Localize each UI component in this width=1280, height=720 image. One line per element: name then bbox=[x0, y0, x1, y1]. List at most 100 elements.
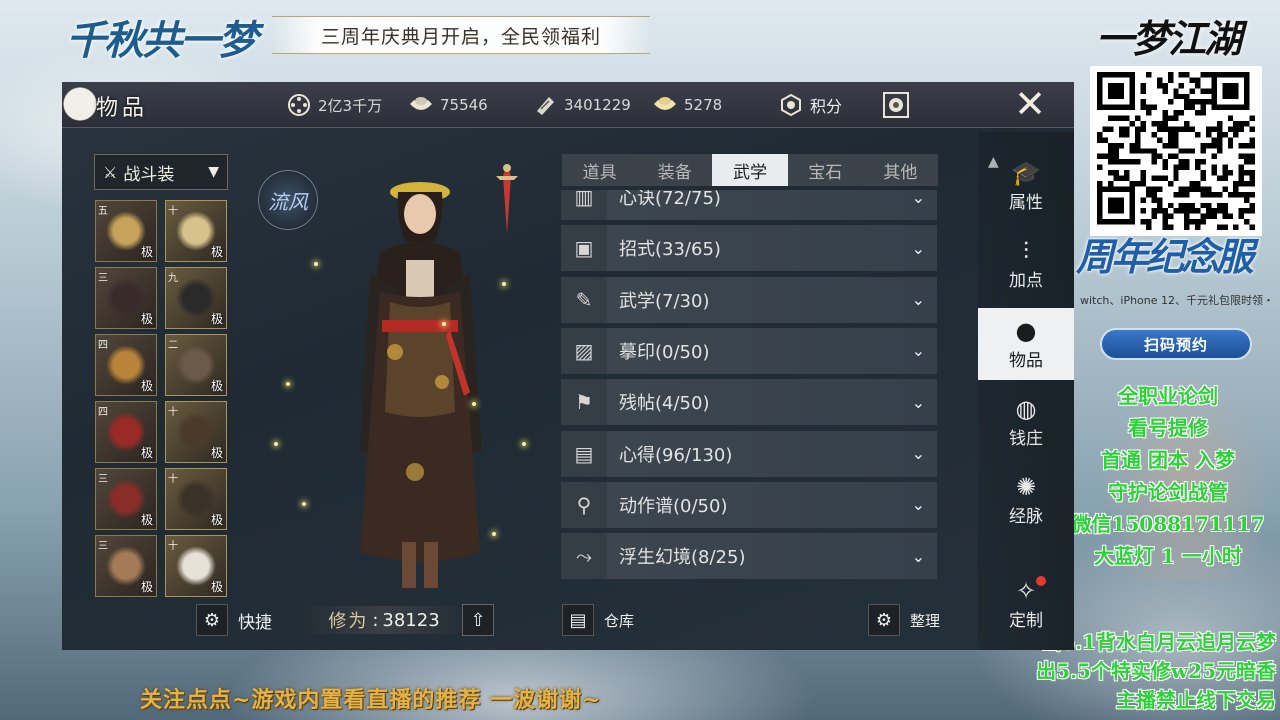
currency-points[interactable]: 积分 bbox=[778, 90, 842, 120]
warehouse-label: 仓库 bbox=[604, 611, 635, 630]
close-button[interactable]: ✕ bbox=[1004, 82, 1056, 126]
hat-icon: 🎓 bbox=[1011, 158, 1041, 187]
meridian-icon: ✺ bbox=[1015, 472, 1037, 501]
school-badge: 流风 bbox=[258, 170, 318, 230]
money-bag-icon: ◍ bbox=[1015, 394, 1037, 423]
nav-items[interactable]: ● 物品 bbox=[978, 308, 1074, 380]
nav-label: 定制 bbox=[1009, 610, 1043, 631]
game-logo-right: 一梦江湖 bbox=[1096, 16, 1242, 61]
side-note: 大蓝灯 1 一小时 bbox=[1094, 544, 1242, 568]
category-row[interactable]: ⚑ 残帖(4/50) ⌄ bbox=[561, 379, 937, 426]
equipment-slot[interactable]: 九极 bbox=[165, 267, 227, 329]
cultivation-value: 38123 bbox=[382, 609, 440, 631]
currency-value: 75546 bbox=[440, 96, 488, 114]
warehouse-icon: ▤ bbox=[562, 604, 594, 636]
nav-bank[interactable]: ◍ 钱庄 bbox=[978, 386, 1074, 458]
chevron-down-icon: ▼ bbox=[208, 164, 219, 180]
cultivation-up-button[interactable]: ⇧ bbox=[462, 604, 494, 636]
category-name: 招式(33/65) bbox=[619, 239, 721, 261]
currency-gold[interactable]: 5278 bbox=[652, 90, 722, 120]
category-row[interactable]: ▥ 心诀(72/75) ⌄ bbox=[561, 190, 937, 220]
tab-other[interactable]: 其他 bbox=[863, 154, 938, 186]
jade-ticket-icon bbox=[532, 93, 558, 117]
tab-gems[interactable]: 宝石 bbox=[788, 154, 863, 186]
nav-attributes[interactable]: 🎓 属性 bbox=[978, 150, 1074, 222]
category-name: 武学(7/30) bbox=[619, 290, 710, 312]
warehouse-button[interactable]: ▤ 仓库 bbox=[562, 604, 634, 636]
category-name: 心得(96/130) bbox=[619, 444, 733, 466]
sliders-icon: ⫶ bbox=[1023, 236, 1029, 265]
equipment-slot[interactable]: 三极 bbox=[95, 535, 157, 597]
slot-grade: 极 bbox=[210, 446, 223, 460]
loadout-dropdown[interactable]: ⚔ 战斗装 ▼ bbox=[94, 154, 228, 190]
equipment-slot[interactable]: 四极 bbox=[95, 401, 157, 463]
equipment-slot[interactable]: 二极 bbox=[165, 334, 227, 396]
equipment-slot[interactable]: 十极 bbox=[165, 535, 227, 597]
side-note: 全职业论剑 bbox=[1118, 384, 1218, 408]
equipment-slot[interactable]: 十极 bbox=[165, 401, 227, 463]
category-row[interactable]: ✎ 武学(7/30) ⌄ bbox=[561, 276, 937, 323]
equipment-slot[interactable]: 三极 bbox=[95, 468, 157, 530]
side-note: 看号提修 bbox=[1128, 416, 1208, 440]
anniversary-server-title: 周年纪念服 bbox=[1076, 234, 1254, 279]
inventory-tabs: 道具 装备 武学 宝石 其他 bbox=[562, 154, 938, 186]
settings-medallion[interactable] bbox=[880, 90, 912, 120]
nav-meridians[interactable]: ✺ 经脉 bbox=[978, 464, 1074, 536]
slot-grade: 极 bbox=[140, 379, 153, 393]
equipment-slot[interactable]: 三极 bbox=[95, 267, 157, 329]
sort-button[interactable]: ⚙ 整理 bbox=[868, 604, 940, 636]
currency-value: 2亿3千万 bbox=[318, 96, 383, 115]
nav-label: 物品 bbox=[1009, 350, 1043, 371]
currency-jade[interactable]: 3401229 bbox=[532, 90, 631, 120]
chevron-down-icon: ⌄ bbox=[911, 546, 925, 566]
shortcut-button[interactable]: ⚙ 快捷 bbox=[196, 604, 272, 636]
category-name: 浮生幻境(8/25) bbox=[619, 547, 746, 569]
side-note: 守护论剑战管 bbox=[1108, 480, 1228, 504]
nav-label: 经脉 bbox=[1009, 506, 1043, 527]
side-note: 微信15088171117 bbox=[1071, 512, 1265, 536]
slot-grade: 极 bbox=[140, 513, 153, 527]
category-row[interactable]: ⚲ 动作谱(0/50) ⌄ bbox=[561, 481, 937, 528]
equipment-slot[interactable]: 四极 bbox=[95, 334, 157, 396]
nav-label: 钱庄 bbox=[1009, 428, 1043, 449]
equipment-slot[interactable]: 十极 bbox=[165, 468, 227, 530]
category-row[interactable]: ▨ 摹印(0/50) ⌄ bbox=[561, 327, 937, 374]
bag-icon: ● bbox=[1015, 316, 1037, 345]
chevron-down-icon: ⌄ bbox=[911, 341, 925, 361]
category-name: 心诀(72/75) bbox=[619, 190, 721, 209]
film-reel-icon bbox=[286, 93, 312, 117]
game-logo-left: 千秋共一梦 bbox=[66, 17, 258, 64]
nav-label: 加点 bbox=[1009, 270, 1043, 291]
currency-value: 3401229 bbox=[564, 96, 631, 114]
currency-value: 5278 bbox=[684, 96, 723, 114]
currency-coins[interactable]: 2亿3千万 bbox=[286, 90, 382, 120]
category-row[interactable]: ▤ 心得(96/130) ⌄ bbox=[561, 430, 937, 477]
category-row[interactable]: ▣ 招式(33/65) ⌄ bbox=[561, 225, 937, 272]
manual-icon: ✎ bbox=[561, 276, 607, 323]
slot-grade: 极 bbox=[140, 312, 153, 326]
tab-martial-arts[interactable]: 武学 bbox=[712, 154, 788, 186]
sort-label: 整理 bbox=[910, 611, 941, 630]
category-list: ▥ 心诀(72/75) ⌄ ▣ 招式(33/65) ⌄ ✎ 武学(7/30) ⌄ ▨ 摹印(0/50… bbox=[561, 190, 939, 582]
panel-title: 物品 bbox=[96, 96, 149, 121]
chevron-down-icon: ⌄ bbox=[911, 495, 925, 515]
nav-add-points[interactable]: ⫶ 加点 bbox=[978, 228, 1074, 300]
tab-items[interactable]: 道具 bbox=[562, 154, 637, 186]
equipment-slot[interactable]: 十极 bbox=[165, 200, 227, 262]
equipment-grid: 五极十极三极九极四极二极四极十极三极十极三极十极 bbox=[95, 200, 229, 597]
tab-equipment[interactable]: 装备 bbox=[637, 154, 712, 186]
silver-ingot-icon bbox=[408, 93, 434, 117]
nav-customize[interactable]: ✧ 定制 bbox=[978, 568, 1074, 640]
equipment-slot[interactable]: 五极 bbox=[95, 200, 157, 262]
chevron-down-icon: ⌄ bbox=[911, 238, 925, 258]
game-inventory-panel: 物品 2亿3千万 75546 3401229 5278 积分 ✕ ⚔ 战斗装 ▼… bbox=[62, 82, 1074, 650]
currency-silver[interactable]: 75546 bbox=[408, 90, 488, 120]
reserve-button[interactable]: 扫码预约 bbox=[1100, 328, 1252, 360]
right-navigation: 🎓 属性 ⫶ 加点 ● 物品 ◍ 钱庄 ✺ 经脉 ✧ 定制 bbox=[978, 132, 1074, 650]
slot-grade: 极 bbox=[140, 245, 153, 259]
category-row[interactable]: ⤳ 浮生幻境(8/25) ⌄ bbox=[561, 533, 937, 580]
notes-icon: ▤ bbox=[561, 430, 607, 477]
character-model[interactable] bbox=[320, 152, 520, 602]
points-badge-icon bbox=[778, 93, 804, 117]
magic-wand-icon: ✧ bbox=[1015, 576, 1037, 605]
